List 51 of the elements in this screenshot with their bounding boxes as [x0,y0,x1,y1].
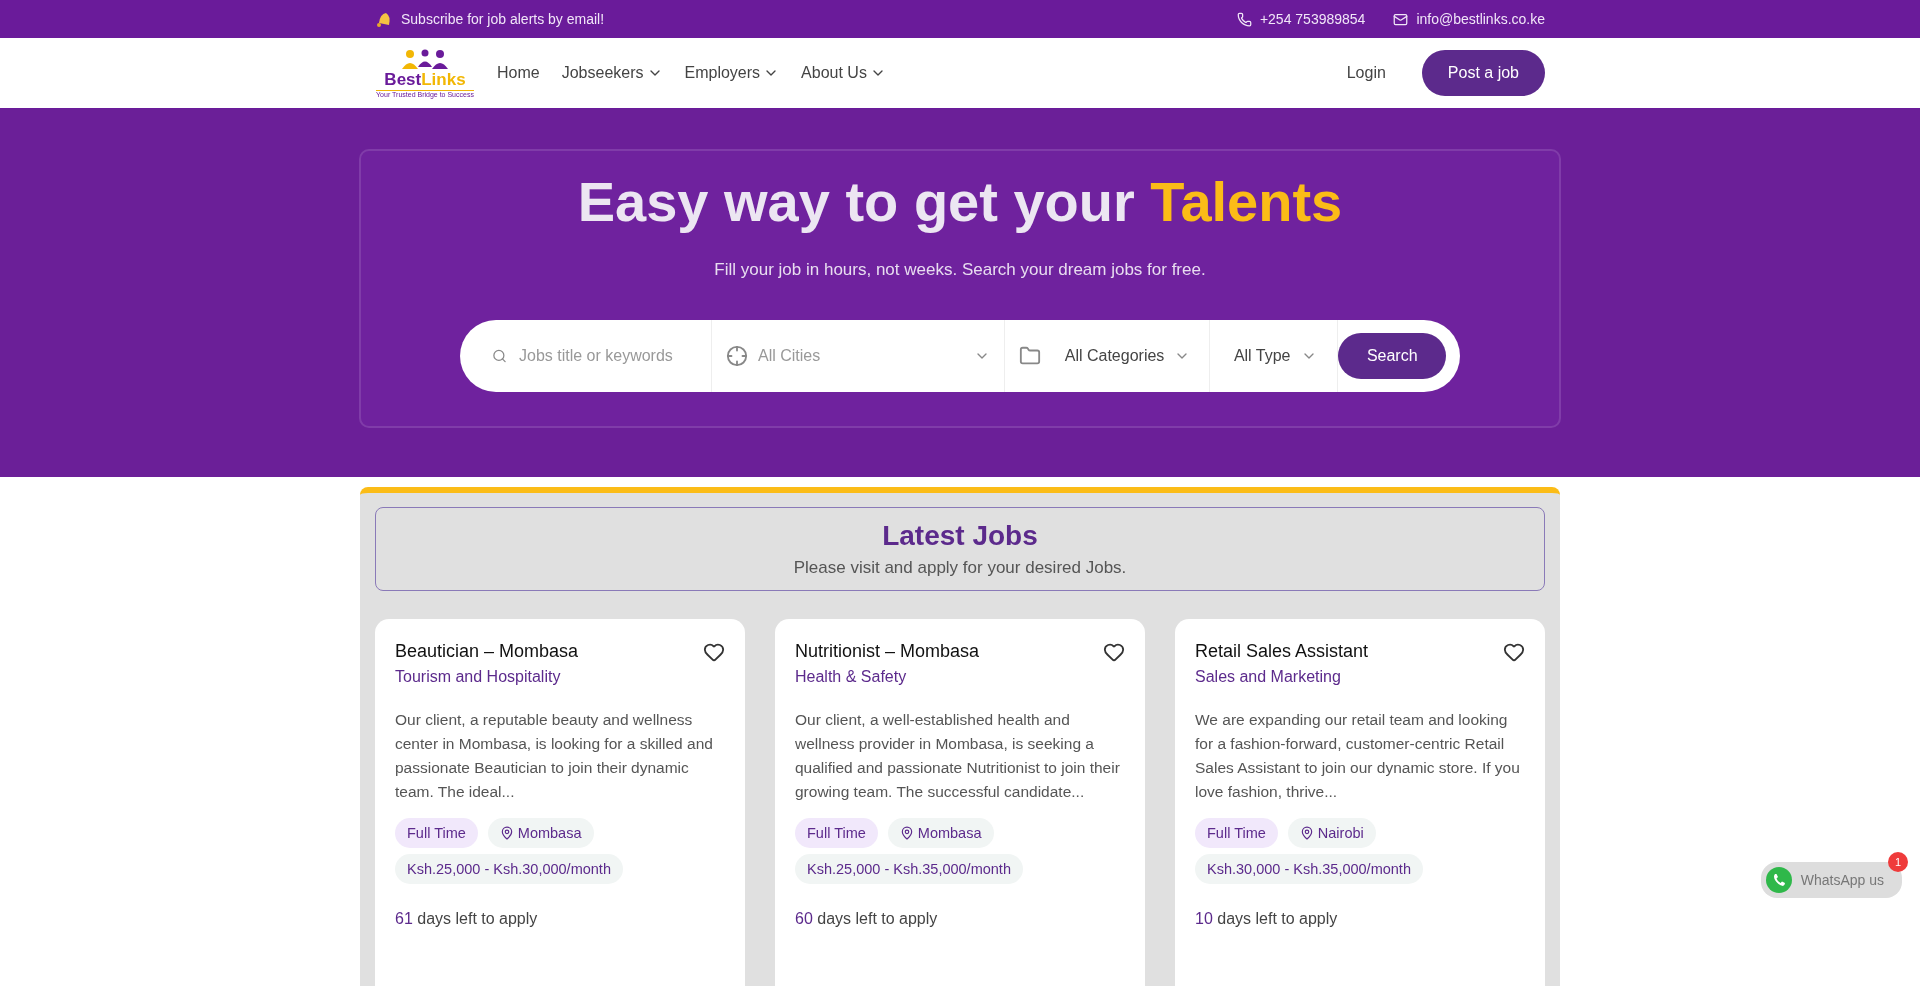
login-link[interactable]: Login [1346,64,1386,82]
hero-title: Easy way to get your Talents [577,169,1343,234]
job-title[interactable]: Nutritionist – Mombasa [795,641,980,662]
job-category[interactable]: Health & Safety [795,668,980,686]
map-pin-icon [1299,826,1314,840]
nav-link[interactable]: About Us [801,64,886,82]
job-category[interactable]: Sales and Marketing [1195,668,1369,686]
email-address: info@bestlinks.co.ke [1416,11,1545,27]
subscribe-link[interactable]: Subscribe for job alerts by email! [401,11,605,27]
section-subtitle: Please visit and apply for your desired Jobs. [793,558,1127,578]
job-type-tag: Full Time [795,818,878,848]
notification-badge: 1 [1888,852,1908,872]
section-title: Latest Jobs [882,520,1038,552]
search-button[interactable]: Search [1338,333,1446,379]
location-tag: Mombasa [887,818,994,848]
map-pin-icon [899,826,914,840]
post-job-button[interactable]: Post a job [1421,50,1545,96]
job-description: We are expanding our retail team and looking for a fashion-forward, customer-centric Retail Sales Assistant to join our dynamic store. If you love fashion, thrive... [1195,710,1521,802]
map-pin-icon [499,826,514,840]
crosshair-icon [726,345,748,367]
location-tag: Nairobi [1287,818,1376,848]
salary-tag: Ksh.25,000 - Ksh.30,000/month [395,854,623,884]
job-description: Our client, a reputable beauty and wellness center in Mombasa, is looking for a skilled and passionate Beautician to join their dynamic team. The ideal... [395,710,714,802]
mail-icon [1393,11,1409,27]
days-left: 61 days left to apply [395,910,539,928]
heart-icon[interactable] [1503,641,1525,663]
bell-icon [375,10,393,28]
folder-icon [1018,345,1041,367]
job-type-tag: Full Time [395,818,478,848]
whatsapp-icon [1764,866,1793,894]
phone-number: +254 753989854 [1259,11,1366,27]
logo-wordmark[interactable]: BestLinks [384,70,466,88]
salary-tag: Ksh.25,000 - Ksh.35,000/month [795,854,1023,884]
category-select[interactable]: All Categories [1004,320,1210,392]
location-tag: Mombasa [487,818,594,848]
days-left: 60 days left to apply [795,910,939,928]
job-title[interactable]: Beautician – Mombasa [395,641,579,662]
phone-icon [1236,11,1252,27]
nav-link[interactable]: Employers [684,64,780,82]
days-left: 10 days left to apply [1195,910,1339,928]
job-description: Our client, a well-established health and wellness provider in Mombasa, is seeking a qualified and passionate Nutritionist to join their growing team. The successful candidate... [795,710,1121,802]
nav-link[interactable]: Jobseekers [561,64,663,82]
nav-link[interactable]: Home [497,64,540,82]
job-category[interactable]: Tourism and Hospitality [395,668,579,686]
job-type-tag: Full Time [1195,818,1278,848]
heart-icon[interactable] [1103,641,1125,663]
job-title[interactable]: Retail Sales Assistant [1195,641,1369,662]
salary-tag: Ksh.30,000 - Ksh.35,000/month [1195,854,1423,884]
heart-icon[interactable] [703,641,725,663]
hero-subtitle: Fill your job in hours, not weeks. Search your dream jobs for free. [714,260,1206,280]
type-select[interactable]: All Type [1209,320,1339,392]
